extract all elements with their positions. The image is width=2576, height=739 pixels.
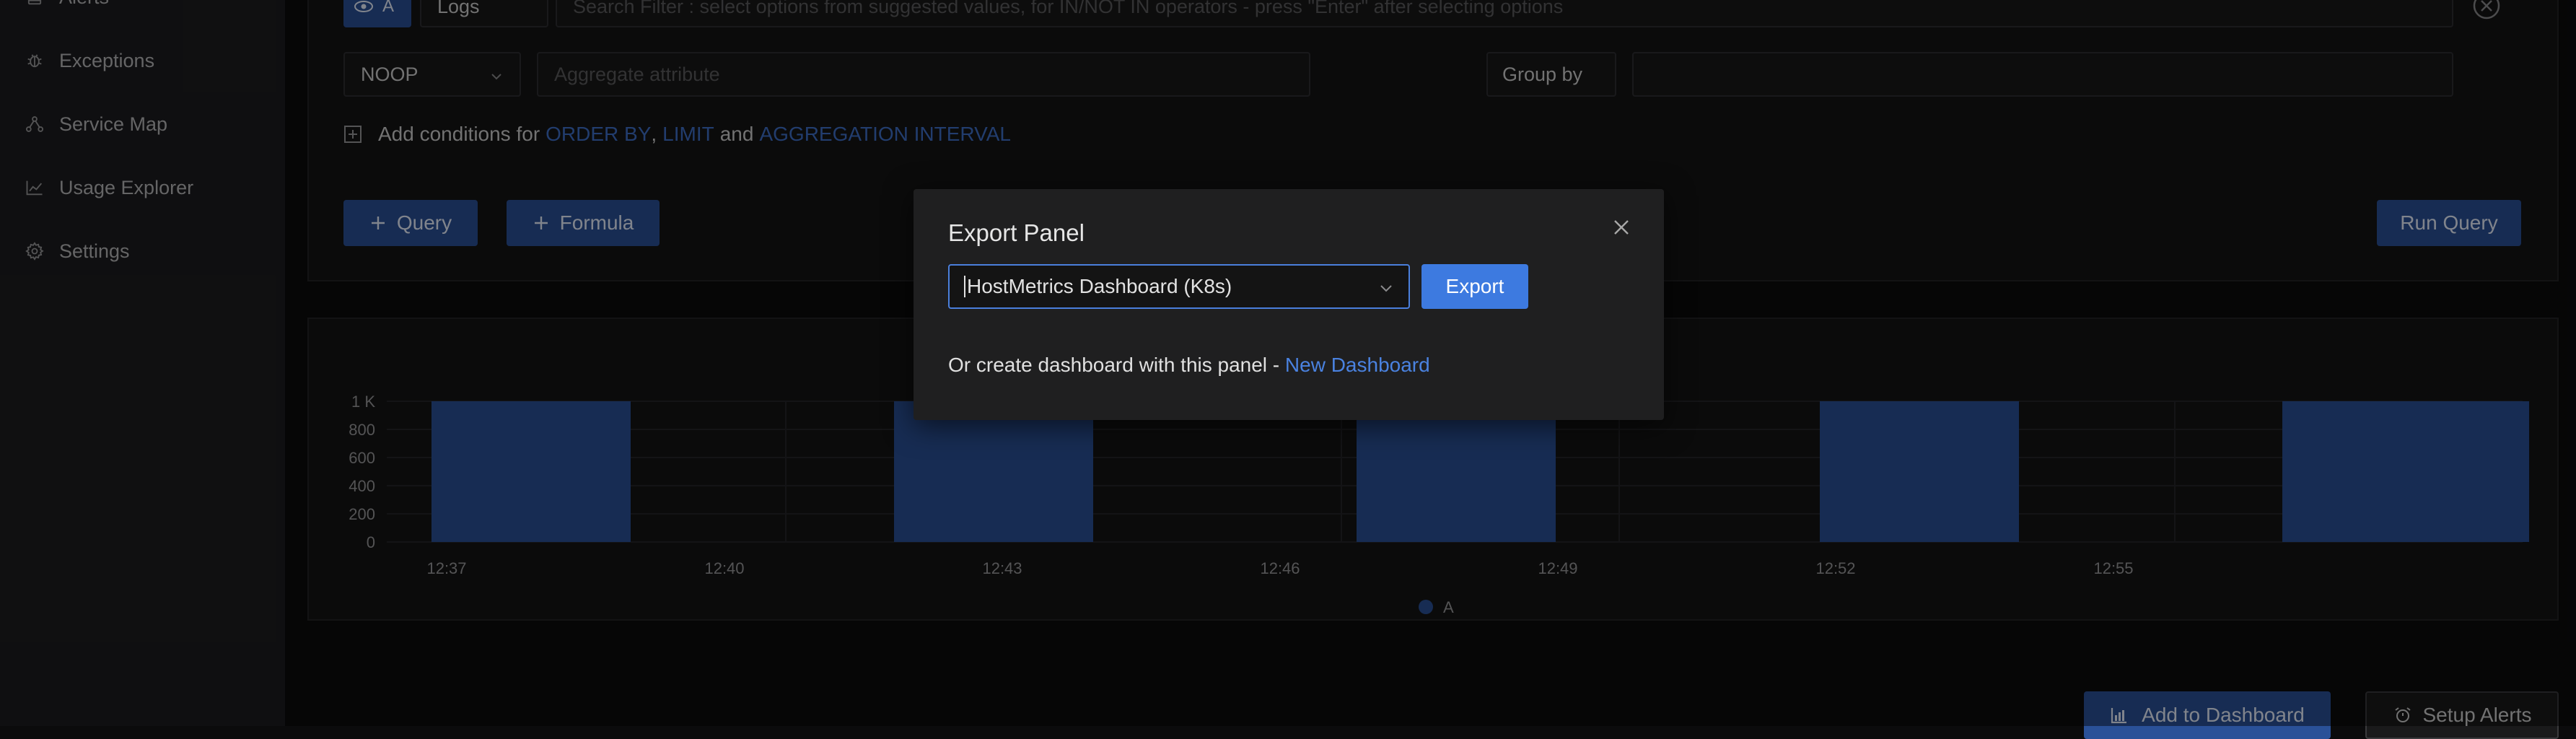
chevron-down-icon [1380, 285, 1392, 292]
export-label: Export [1445, 275, 1504, 297]
export-panel-modal: Export Panel HostMetrics Dashboard (K8s)… [914, 189, 1664, 420]
close-icon[interactable] [1609, 215, 1634, 240]
create-dashboard-row: Or create dashboard with this panel - Ne… [948, 354, 1430, 377]
new-dashboard-link[interactable]: New Dashboard [1285, 354, 1430, 376]
export-button[interactable]: Export [1421, 264, 1528, 309]
dashboard-select[interactable]: HostMetrics Dashboard (K8s) [948, 264, 1410, 309]
selected-dashboard: HostMetrics Dashboard (K8s) [967, 275, 1232, 297]
text-cursor [964, 276, 965, 297]
create-dashboard-text: Or create dashboard with this panel - [948, 354, 1280, 376]
modal-title: Export Panel [948, 219, 1085, 246]
